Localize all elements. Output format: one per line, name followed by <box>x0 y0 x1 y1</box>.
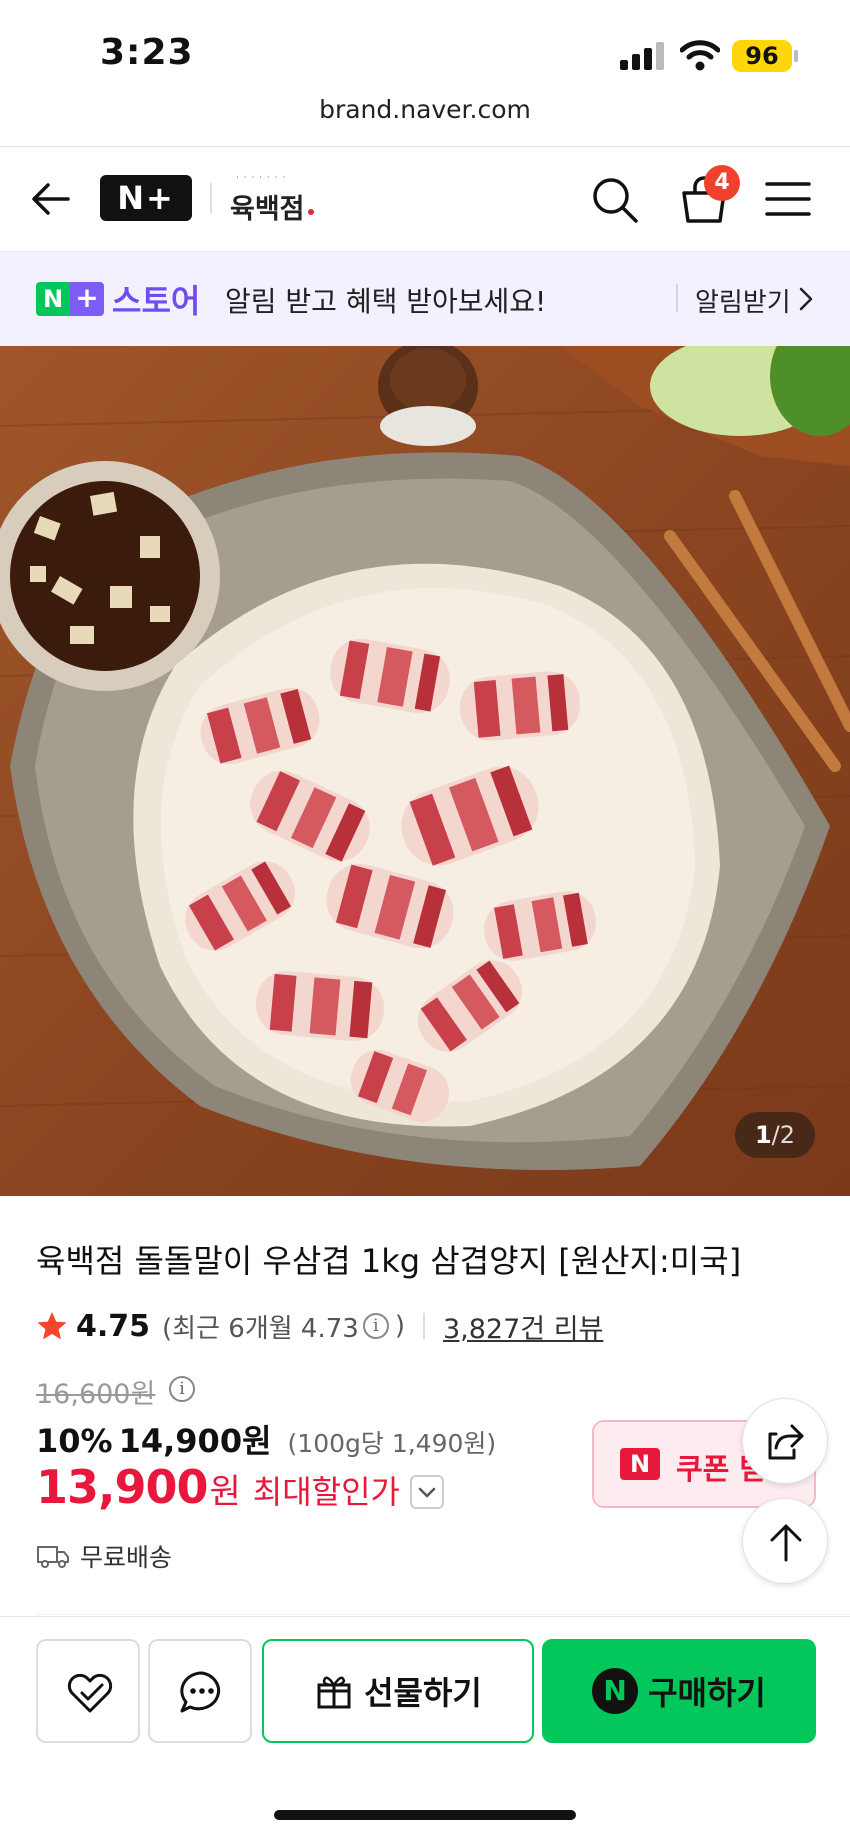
cart-count-badge: 4 <box>704 165 740 201</box>
hamburger-menu-icon[interactable] <box>765 179 811 219</box>
coupon-n-badge: N <box>620 1448 660 1480</box>
status-bar: 3:23 96 <box>0 0 850 95</box>
recent-rating-close: ) <box>394 1311 405 1341</box>
image-separator: / <box>771 1121 780 1149</box>
store-logo-label: 스토어 <box>112 282 201 320</box>
image-total: 2 <box>779 1121 796 1149</box>
max-discount-price: 13,900 <box>36 1460 209 1514</box>
truck-icon <box>37 1546 69 1568</box>
chevron-right-icon <box>799 287 813 311</box>
status-time: 3:23 <box>100 32 194 73</box>
gift-icon <box>317 1676 351 1709</box>
section-divider <box>36 1614 850 1615</box>
max-discount-row: 13,900 원 최대할인가 <box>36 1460 444 1514</box>
shipping-info: 무료배송 <box>36 1538 172 1574</box>
unit-price: (100g당 1,490원) <box>287 1429 497 1458</box>
naver-plus-logo[interactable]: N+ <box>100 175 192 221</box>
chat-bubble-icon <box>180 1671 221 1713</box>
promo-divider <box>676 284 678 312</box>
share-icon <box>768 1424 804 1460</box>
naver-pay-badge: N <box>592 1668 639 1714</box>
notification-promo-banner[interactable]: N + 스토어 알림 받고 혜택 받아보세요! 알림받기 <box>0 252 850 346</box>
rating-row: 4.75 (최근 6개월 4.73 i ) 3,827건 리뷰 <box>36 1306 603 1346</box>
sale-price-row: 10% 14,900원 (100g당 1,490원) <box>36 1416 496 1462</box>
talk-chat-button[interactable] <box>148 1639 252 1743</box>
chevron-down-icon <box>418 1487 436 1498</box>
site-header: N+ · · · · · · · 육백점 4 <box>0 146 850 252</box>
original-price: 16,600원 <box>36 1379 156 1410</box>
brand-logo-arc: · · · · · · · <box>236 173 287 183</box>
image-current: 1 <box>754 1121 772 1149</box>
heart-check-icon <box>67 1673 113 1713</box>
gift-button[interactable]: 선물하기 <box>262 1639 534 1743</box>
discount-percent: 10% <box>36 1422 113 1460</box>
back-arrow-icon[interactable] <box>30 177 74 221</box>
max-discount-label: 최대할인가 <box>252 1473 400 1511</box>
buy-button[interactable]: N 구매하기 <box>542 1639 816 1743</box>
header-divider <box>210 183 212 213</box>
gift-label: 선물하기 <box>364 1674 482 1712</box>
share-button[interactable] <box>742 1398 828 1484</box>
product-photo <box>0 346 850 1196</box>
get-notifications-link[interactable]: 알림받기 <box>695 282 791 319</box>
cellular-signal-icon <box>620 42 664 70</box>
image-page-indicator: 1/2 <box>735 1112 815 1158</box>
brand-logo[interactable]: · · · · · · · 육백점 <box>230 173 320 225</box>
wifi-icon <box>680 40 720 71</box>
address-bar-url[interactable]: brand.naver.com <box>0 95 850 124</box>
wishlist-button[interactable] <box>36 1639 140 1743</box>
info-icon[interactable]: i <box>362 1313 389 1339</box>
brand-logo-text: 육백점 <box>230 194 305 225</box>
rating-score: 4.75 <box>76 1308 151 1344</box>
star-icon <box>37 1312 67 1340</box>
expand-discount-toggle[interactable] <box>410 1475 444 1509</box>
search-icon[interactable] <box>590 175 640 225</box>
battery-level: 96 <box>732 40 792 72</box>
max-discount-currency: 원 <box>209 1472 241 1512</box>
price-info-icon[interactable]: i <box>169 1376 195 1402</box>
battery-tip <box>794 50 798 62</box>
home-indicator[interactable] <box>274 1810 576 1820</box>
recent-rating: (최근 6개월 4.73 i ) <box>162 1308 405 1345</box>
buy-label: 구매하기 <box>648 1674 766 1712</box>
store-logo-plus: + <box>70 282 104 316</box>
product-image-gallery[interactable] <box>0 346 850 1196</box>
rating-divider <box>422 1313 425 1339</box>
bottom-action-bar: 선물하기 N 구매하기 <box>0 1616 850 1839</box>
review-count-link[interactable]: 3,827건 리뷰 <box>443 1307 603 1346</box>
sale-price: 14,900원 <box>118 1422 272 1460</box>
scroll-to-top-button[interactable] <box>742 1498 828 1584</box>
recent-rating-text: (최근 6개월 4.73 <box>162 1313 359 1344</box>
product-title: 육백점 돌돌말이 우삼겹 1kg 삼겹양지 [원산지:미국] <box>36 1242 742 1280</box>
store-logo-n: N <box>36 282 70 316</box>
shipping-text: 무료배송 <box>80 1543 173 1572</box>
naver-plus-store-logo: N + 스토어 <box>36 282 200 320</box>
arrow-up-icon <box>770 1524 802 1562</box>
promo-message: 알림 받고 혜택 받아보세요! <box>225 285 547 318</box>
brand-logo-dot <box>308 209 314 215</box>
